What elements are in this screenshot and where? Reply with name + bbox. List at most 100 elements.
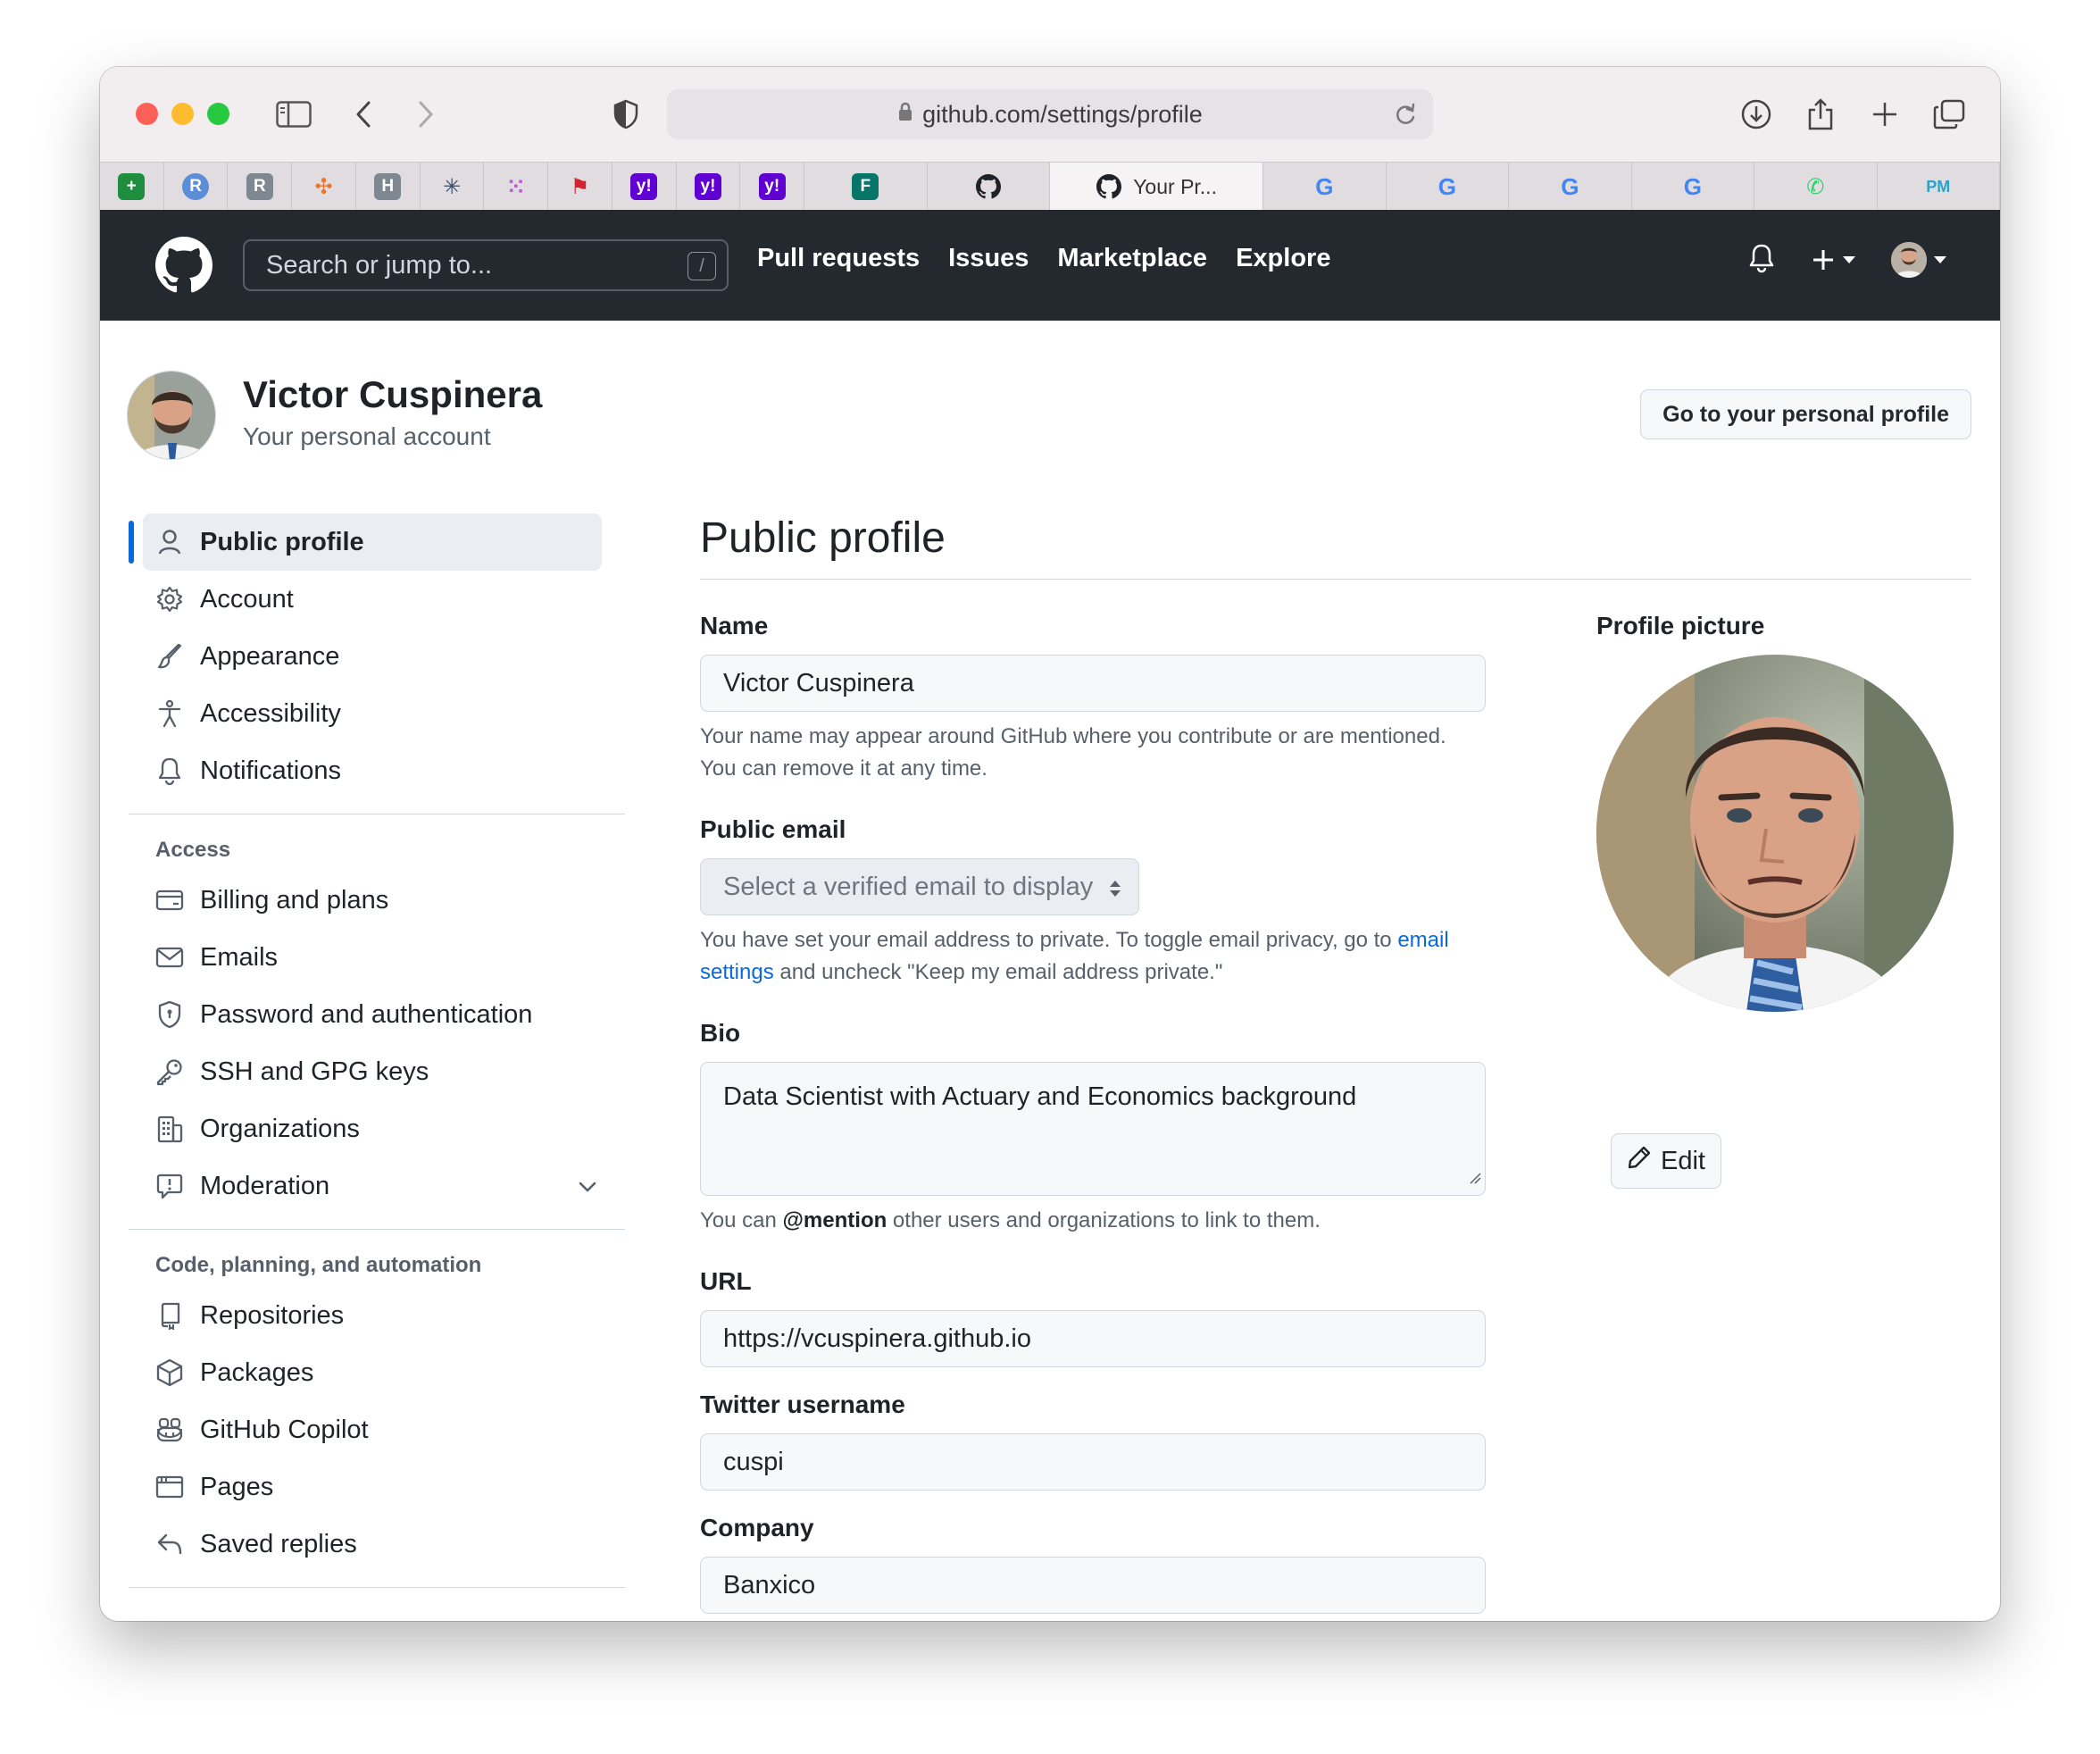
settings-main: Public profile Name Victor Cuspinera You… (700, 514, 1971, 1614)
browser-tab[interactable]: y! (677, 163, 741, 211)
sidebar-item-label: GitHub Copilot (200, 1415, 369, 1444)
twitter-field[interactable]: cuspi (700, 1433, 1486, 1491)
chevron-down-icon[interactable] (577, 1175, 598, 1205)
downloads-icon[interactable] (1736, 94, 1777, 135)
browser-tab[interactable] (928, 163, 1051, 211)
public-email-select[interactable]: Select a verified email to display (700, 858, 1139, 915)
browser-tab[interactable]: ⚑ (548, 163, 612, 211)
browser-tab[interactable]: y! (740, 163, 805, 211)
edit-picture-button[interactable]: Edit (1611, 1133, 1721, 1189)
spark-icon: ✳ (442, 174, 462, 199)
browser-titlebar: github.com/settings/profile (100, 67, 2000, 162)
account-avatar (127, 371, 216, 460)
sidebar-item-organizations[interactable]: Organizations (129, 1100, 625, 1157)
new-tab-icon[interactable] (1864, 94, 1905, 135)
browser-icon (155, 1473, 184, 1501)
sidebar-item-emails[interactable]: Emails (129, 929, 625, 986)
notifications-bell-icon[interactable] (1748, 243, 1775, 278)
twitter-label: Twitter username (700, 1391, 905, 1418)
account-name: Victor Cuspinera (243, 373, 543, 415)
forward-icon[interactable] (405, 94, 446, 135)
sidebar-item-repositories[interactable]: Repositories (129, 1287, 625, 1344)
package-icon (155, 1358, 184, 1387)
company-field[interactable]: Banxico (700, 1557, 1486, 1614)
translate-icon: G (1683, 172, 1702, 200)
back-icon[interactable] (343, 94, 384, 135)
sidebar-item-billing[interactable]: Billing and plans (129, 872, 625, 929)
browser-tab[interactable]: G (1509, 163, 1632, 211)
sidebar-item-label: Billing and plans (200, 885, 389, 915)
user-menu-dropdown[interactable] (1891, 242, 1946, 278)
sidebar-item-moderation[interactable]: Moderation (129, 1157, 625, 1215)
sidebar-item-ssh-gpg[interactable]: SSH and GPG keys (129, 1043, 625, 1100)
tab-overview-icon[interactable] (1929, 94, 1970, 135)
browser-tab[interactable]: G (1387, 163, 1510, 211)
browser-tab[interactable]: + (100, 163, 164, 211)
account-subtitle: Your personal account (243, 422, 491, 450)
sidebar-item-appearance[interactable]: Appearance (129, 628, 625, 685)
bio-textarea[interactable]: Data Scientist with Actuary and Economic… (700, 1062, 1486, 1196)
browser-tab[interactable]: G (1632, 163, 1755, 211)
sidebar-item-copilot[interactable]: GitHub Copilot (129, 1401, 625, 1458)
close-window-button[interactable] (136, 103, 158, 125)
browser-tab[interactable]: ✳ (421, 163, 485, 211)
browser-tab[interactable]: ✆ (1754, 163, 1878, 211)
sidebar-item-notifications[interactable]: Notifications (129, 742, 625, 799)
browser-tab[interactable]: PM (1878, 163, 2000, 211)
browser-tab[interactable]: y! (612, 163, 677, 211)
browser-tab[interactable]: Your Pr... (1050, 163, 1264, 211)
minimize-window-button[interactable] (171, 103, 194, 125)
sidebar-item-packages[interactable]: Packages (129, 1344, 625, 1401)
browser-tab[interactable]: ⁙ (484, 163, 549, 211)
sidebar-item-account[interactable]: Account (129, 571, 625, 628)
github-logo-icon[interactable] (155, 237, 212, 298)
sidebar-divider (129, 1587, 625, 1588)
browser-tab[interactable]: R (228, 163, 293, 211)
browser-tab[interactable]: R (164, 163, 229, 211)
yahoo-icon: y! (694, 173, 721, 200)
browser-tab[interactable]: H (356, 163, 421, 211)
sidebar-item-label: Pages (200, 1472, 274, 1501)
google-icon: G (1315, 172, 1334, 200)
yahoo-icon: y! (630, 173, 658, 200)
sidebar-item-label: SSH and GPG keys (200, 1057, 429, 1086)
key-icon (155, 1057, 184, 1086)
github-icon (1096, 173, 1122, 200)
name-group: Name Victor Cuspinera Your name may appe… (700, 612, 1486, 785)
share-icon[interactable] (1800, 94, 1841, 135)
browser-tab[interactable]: F (804, 163, 928, 211)
name-field[interactable]: Victor Cuspinera (700, 655, 1486, 712)
zoom-window-button[interactable] (207, 103, 229, 125)
address-bar[interactable]: github.com/settings/profile (667, 89, 1433, 139)
create-new-dropdown[interactable] (1811, 247, 1855, 272)
nav-pull-requests[interactable]: Pull requests (757, 244, 920, 273)
gear-icon (155, 585, 184, 614)
sidebar-item-pages[interactable]: Pages (129, 1458, 625, 1516)
bio-note-text: You can (700, 1208, 783, 1232)
sidebar-item-accessibility[interactable]: Accessibility (129, 685, 625, 742)
search-input[interactable]: Search or jump to... / (243, 239, 729, 291)
browser-tab[interactable]: G (1263, 163, 1387, 211)
email-label: Public email (700, 815, 846, 843)
bio-label: Bio (700, 1019, 741, 1047)
sidebar-toggle-icon[interactable] (273, 94, 314, 135)
browser-window: github.com/settings/profile + R R ✣ H ✳ ⁙ ⚑ y! y!… (100, 67, 2000, 1621)
bio-note: You can @mention other users and organiz… (700, 1205, 1486, 1237)
email-group: Public email Select a verified email to … (700, 815, 1486, 989)
nav-marketplace[interactable]: Marketplace (1057, 244, 1207, 273)
google-icon: G (1438, 172, 1456, 200)
go-to-profile-button[interactable]: Go to your personal profile (1640, 389, 1971, 439)
sidebar-item-password[interactable]: Password and authentication (129, 986, 625, 1043)
nav-explore[interactable]: Explore (1236, 244, 1330, 273)
resize-grip-icon[interactable] (1469, 1162, 1481, 1191)
sidebar-item-public-profile[interactable]: Public profile (129, 514, 602, 571)
reload-icon[interactable] (1394, 102, 1417, 133)
sidebar-item-saved-replies[interactable]: Saved replies (129, 1516, 625, 1573)
privacy-shield-icon[interactable] (605, 94, 646, 135)
sidebar-item-label: Moderation (200, 1171, 330, 1200)
browser-tab[interactable]: ✣ (292, 163, 356, 211)
mention-text: @mention (782, 1208, 888, 1232)
nav-issues[interactable]: Issues (948, 244, 1029, 273)
url-field[interactable]: https://vcuspinera.github.io (700, 1310, 1486, 1367)
sidebar-item-label: Accessibility (200, 698, 341, 728)
